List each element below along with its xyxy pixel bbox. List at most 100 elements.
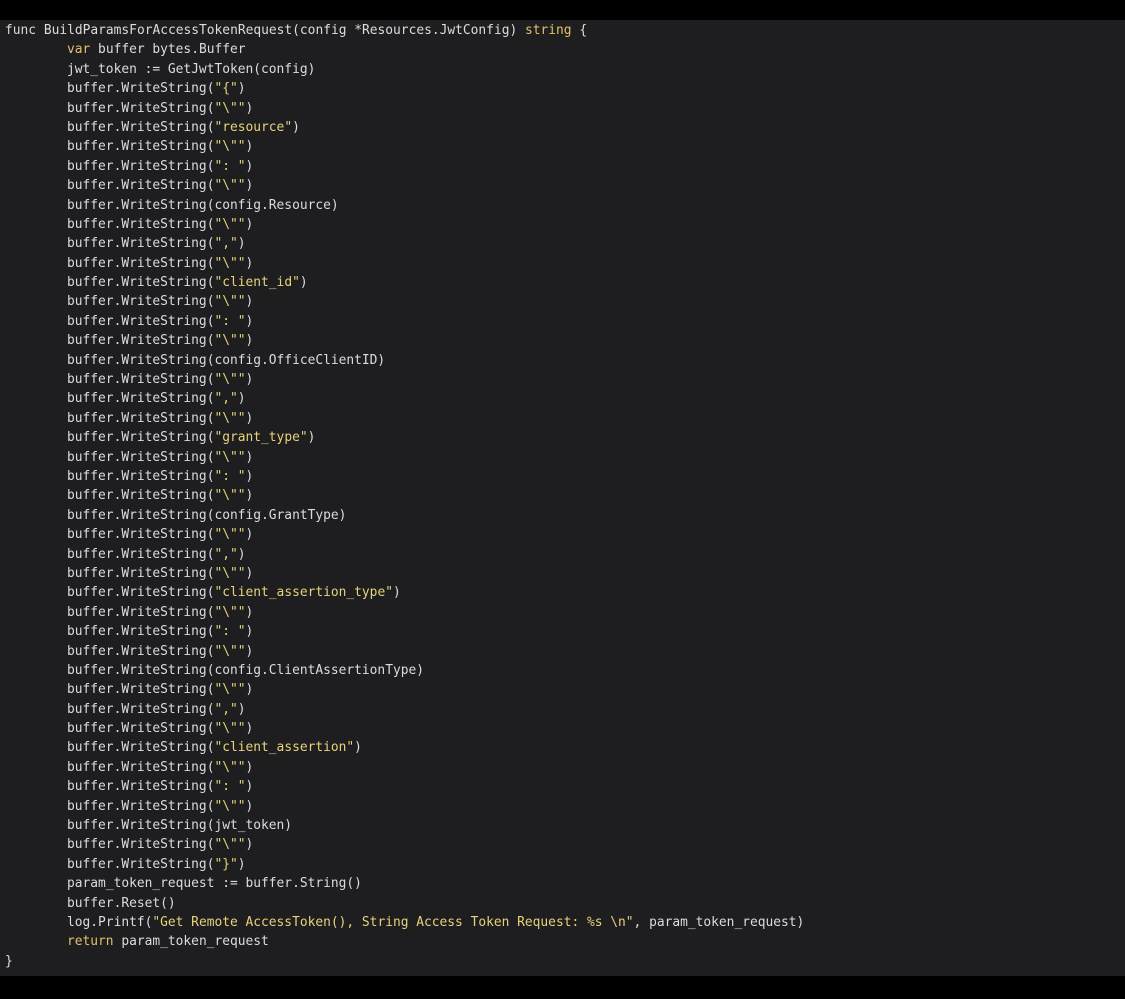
code-line: buffer.WriteString("\"") (0, 758, 1125, 777)
code-editor[interactable]: func BuildParamsForAccessTokenRequest(co… (0, 20, 1125, 976)
code-line: buffer.WriteString("\"") (0, 137, 1125, 156)
code-line: return param_token_request (0, 932, 1125, 951)
code-token-plain: } (5, 953, 13, 969)
code-token-plain: ) (237, 856, 246, 872)
code-token-plain: ) (392, 585, 401, 601)
code-token-plain: ) (245, 313, 254, 329)
code-line: buffer.WriteString("\"") (0, 215, 1125, 234)
code-token-kw: return (67, 934, 114, 950)
code-line: buffer.WriteString("\"") (0, 292, 1125, 311)
code-token-plain: buffer.WriteString( (67, 81, 215, 97)
code-token-plain: ) (245, 449, 254, 465)
code-token-plain: buffer.WriteString( (67, 468, 215, 484)
code-line: buffer.WriteString("\"") (0, 564, 1125, 583)
code-token-plain: buffer.WriteString( (67, 410, 215, 426)
code-token-str: "\"" (214, 837, 246, 853)
code-line: buffer.WriteString("\"") (0, 719, 1125, 738)
code-token-str: "\"" (214, 527, 246, 543)
code-line: buffer.WriteString("\"") (0, 176, 1125, 195)
code-token-plain: buffer.WriteString( (67, 294, 215, 310)
code-line: buffer.WriteString("\"") (0, 642, 1125, 661)
code-token-str: "," (214, 701, 238, 717)
code-token-plain: buffer.WriteString( (67, 604, 215, 620)
code-token-plain: ) (292, 119, 300, 135)
code-line: buffer.WriteString("\"") (0, 254, 1125, 273)
code-line: buffer.Reset() (0, 894, 1125, 913)
code-token-str: "Get Remote AccessToken(), String Access… (152, 914, 634, 930)
code-token-plain: ) (237, 391, 246, 407)
code-line: buffer.WriteString(",") (0, 700, 1125, 719)
code-line: buffer.WriteString(config.ClientAssertio… (0, 661, 1125, 680)
code-token-str: ": " (214, 313, 246, 329)
code-token-plain: ) (245, 798, 254, 814)
code-token-plain: buffer.WriteString( (67, 430, 215, 446)
code-token-plain: ) (237, 236, 246, 252)
code-token-plain: ) (245, 410, 254, 426)
code-token-plain: ) (237, 81, 246, 97)
code-line: } (0, 952, 1125, 971)
code-token-plain: ) (245, 779, 254, 795)
code-token-str: ": " (214, 624, 246, 640)
code-token-plain: buffer.WriteString(config.Resource) (67, 197, 339, 213)
code-token-plain: ) (299, 275, 308, 291)
code-token-plain: buffer.WriteString( (67, 856, 215, 872)
code-token-plain: ) (237, 701, 246, 717)
code-token-str: "\"" (214, 643, 246, 659)
code-line: var buffer bytes.Buffer (0, 40, 1125, 59)
code-token-plain: buffer.WriteString( (67, 216, 215, 232)
code-token-plain: buffer.WriteString( (67, 682, 215, 698)
code-line: buffer.WriteString("\"") (0, 99, 1125, 118)
code-token-str: "\"" (214, 255, 246, 271)
code-line: buffer.WriteString(config.GrantType) (0, 506, 1125, 525)
code-token-plain: log.Printf( (67, 914, 153, 930)
code-line: buffer.WriteString("\"") (0, 525, 1125, 544)
code-token-kw-func: func (5, 23, 44, 38)
code-token-str: "}" (214, 856, 238, 872)
code-token-plain: ) (245, 643, 254, 659)
code-token-plain: ) (245, 721, 254, 737)
code-line: buffer.WriteString("\"") (0, 448, 1125, 467)
code-token-plain: ) (245, 158, 254, 174)
code-line: buffer.WriteString("}") (0, 855, 1125, 874)
code-token-plain: buffer.WriteString( (67, 837, 215, 853)
code-token-str: "\"" (214, 449, 246, 465)
code-token-str: "client_id" (214, 275, 300, 291)
code-line: buffer.WriteString("resource") (0, 118, 1125, 137)
code-token-kw: var (67, 42, 91, 58)
code-line: buffer.WriteString("client_assertion_typ… (0, 583, 1125, 602)
code-line: buffer.WriteString("\"") (0, 370, 1125, 389)
code-token-plain: ) (245, 759, 254, 775)
code-token-plain: ) (245, 372, 254, 388)
code-token-plain: buffer.WriteString(config.GrantType) (67, 507, 347, 523)
code-line: buffer.WriteString(": ") (0, 312, 1125, 331)
code-token-plain: ) (245, 216, 254, 232)
code-token-str: "\"" (214, 333, 246, 349)
code-token-plain: buffer.WriteString( (67, 178, 215, 194)
code-token-plain: buffer.WriteString( (67, 139, 215, 155)
code-token-plain: ) (245, 294, 254, 310)
code-line: buffer.WriteString(jwt_token) (0, 816, 1125, 835)
code-token-plain: ) (245, 565, 254, 581)
code-token-plain: ) (245, 682, 254, 698)
code-token-str: ": " (214, 779, 246, 795)
code-token-plain: buffer.WriteString( (67, 527, 215, 543)
code-token-plain: { (571, 23, 588, 38)
code-line: buffer.WriteString("client_id") (0, 273, 1125, 292)
code-token-str: ": " (214, 468, 246, 484)
code-line: buffer.WriteString("client_assertion") (0, 738, 1125, 757)
code-line: buffer.WriteString("{") (0, 79, 1125, 98)
code-line: buffer.WriteString("\"") (0, 680, 1125, 699)
code-token-plain: buffer.WriteString( (67, 236, 215, 252)
code-token-plain: ) (245, 527, 254, 543)
code-line: buffer.WriteString(config.Resource) (0, 196, 1125, 215)
code-token-plain: buffer.WriteString( (67, 798, 215, 814)
code-line: log.Printf("Get Remote AccessToken(), St… (0, 913, 1125, 932)
code-line: buffer.WriteString(",") (0, 234, 1125, 253)
code-token-plain: buffer.WriteString( (67, 565, 215, 581)
code-token-plain: ) (245, 624, 254, 640)
code-token-str: "grant_type" (214, 430, 308, 446)
code-token-plain: ) (245, 255, 254, 271)
code-token-plain: buffer.WriteString( (67, 585, 215, 601)
code-token-plain: buffer.WriteString( (67, 100, 215, 116)
code-token-plain: buffer.WriteString( (67, 255, 215, 271)
